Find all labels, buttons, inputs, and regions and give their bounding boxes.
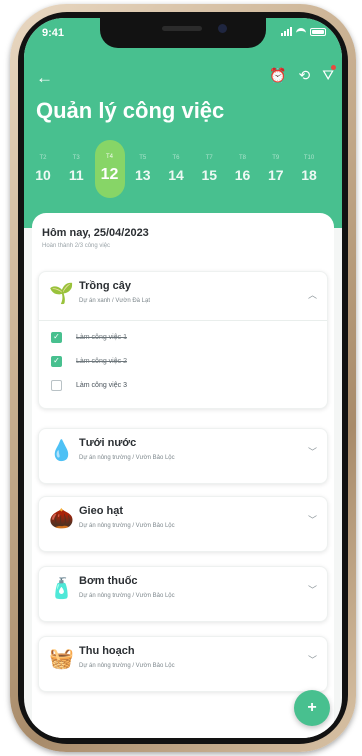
today-subtitle: Hoàn thành 2/3 công việc: [42, 243, 111, 249]
status-icons: [281, 27, 326, 36]
app-screen: 9:41 ← ⏰ ⟲ ⛛ Quản lý công việc T2 10 T3 11 T…: [24, 18, 342, 738]
task-item[interactable]: Làm công việc 3: [51, 378, 127, 392]
date-item[interactable]: T3 11: [61, 140, 91, 198]
page-title: Quản lý công việc: [36, 98, 225, 123]
battery-icon: [310, 27, 326, 36]
project-card[interactable]: 🧴 Bơm thuốc Dự án nông trường / Vườn Bảo L…: [38, 566, 328, 622]
back-button[interactable]: ←: [36, 69, 53, 86]
project-card-header[interactable]: 🧺 Thu hoạch Dự án nông trường / Vườn Bảo L…: [39, 637, 327, 685]
checkbox-checked[interactable]: ✓: [51, 355, 62, 367]
project-card[interactable]: 🌱 Trồng cây Dự án xanh / Vườn Đà Lạt ︿ ✓ Làm …: [38, 271, 328, 409]
project-title: Bơm thuốc: [79, 575, 138, 587]
notification-dot: [331, 65, 336, 70]
date-item[interactable]: T9 17: [261, 140, 291, 198]
project-subtitle: Dự án nông trường / Vườn Bảo Lộc: [79, 523, 175, 529]
project-subtitle: Dự án nông trường / Vườn Bảo Lộc: [79, 663, 175, 669]
date-number: 13: [134, 167, 151, 183]
phone-frame: 9:41 ← ⏰ ⟲ ⛛ Quản lý công việc T2 10 T3 11 T…: [10, 4, 356, 752]
wifi-icon: [296, 27, 306, 36]
date-number: 14: [168, 167, 184, 183]
date-item[interactable]: T8 16: [228, 140, 258, 198]
project-card[interactable]: 🧺 Thu hoạch Dự án nông trường / Vườn Bảo L…: [38, 636, 328, 692]
project-title: Tưới nước: [79, 437, 137, 449]
status-time: 9:41: [42, 27, 65, 39]
project-subtitle: Dự án nông trường / Vườn Bảo Lộc: [79, 593, 175, 599]
seed-icon: 🌰: [49, 508, 74, 530]
date-item[interactable]: T10 18: [294, 140, 324, 198]
checkbox-checked[interactable]: ✓: [51, 331, 62, 343]
phone-notch: [100, 18, 266, 48]
header-actions: ⏰ ⟲ ⛛: [269, 65, 336, 84]
chevron-down-icon[interactable]: ﹀: [308, 513, 317, 526]
project-card[interactable]: 🌰 Gieo hạt Dự án nông trường / Vườn Bảo Lộ…: [38, 496, 328, 552]
alarm-clock-icon[interactable]: ⏰: [269, 66, 286, 84]
arrow-left-icon: ←: [36, 68, 53, 87]
water-drop-icon: 💧: [49, 440, 74, 462]
card-divider: [39, 320, 327, 321]
date-weekday: T8: [238, 155, 246, 161]
camera: [218, 24, 227, 33]
date-item[interactable]: T2 10: [28, 140, 58, 198]
date-weekday: T7: [205, 155, 213, 161]
signal-icon: [281, 27, 292, 36]
project-subtitle: Dự án nông trường / Vườn Bảo Lộc: [79, 455, 175, 461]
date-number: 12: [100, 166, 119, 183]
today-label: Hôm nay, 25/04/2023: [42, 227, 149, 239]
project-subtitle: Dự án xanh / Vườn Đà Lạt: [79, 298, 151, 304]
add-icon: +: [307, 699, 317, 716]
project-card-header[interactable]: 🌱 Trồng cây Dự án xanh / Vườn Đà Lạt ︿: [39, 272, 327, 320]
chevron-up-icon[interactable]: ︿: [308, 288, 317, 301]
chevron-down-icon[interactable]: ﹀: [308, 445, 317, 458]
task-label: Làm công việc 1: [76, 333, 127, 341]
date-weekday: T6: [172, 155, 180, 161]
project-card-header[interactable]: 🌰 Gieo hạt Dự án nông trường / Vườn Bảo Lộ…: [39, 497, 327, 545]
date-number: 16: [234, 167, 251, 183]
app-header: 9:41 ← ⏰ ⟲ ⛛ Quản lý công việc T2 10 T3 11 T…: [24, 18, 342, 228]
date-number: 17: [267, 167, 284, 183]
date-weekday: T2: [39, 155, 47, 161]
chevron-down-icon[interactable]: ﹀: [308, 583, 317, 596]
project-card-header[interactable]: 💧 Tưới nước Dự án nông trường / Vườn Bảo L…: [39, 429, 327, 477]
harvest-basket-icon: 🧺: [49, 648, 74, 670]
spray-bottle-icon: 🧴: [49, 578, 74, 600]
sprout-icon: 🌱: [49, 283, 74, 305]
filter-icon[interactable]: ⛛: [322, 65, 336, 84]
date-number: 11: [68, 167, 84, 183]
date-number: 18: [301, 167, 317, 183]
date-number: 15: [201, 167, 218, 183]
task-label: Làm công việc 2: [76, 357, 127, 365]
date-item[interactable]: T5 13: [128, 140, 158, 198]
project-title: Gieo hạt: [79, 505, 124, 517]
date-item[interactable]: T6 14: [161, 140, 191, 198]
checkbox[interactable]: [51, 379, 62, 391]
date-weekday: T3: [72, 155, 80, 161]
project-title: Thu hoạch: [79, 645, 135, 657]
chevron-down-icon[interactable]: ﹀: [308, 653, 317, 666]
speaker: [162, 26, 202, 31]
date-weekday: T5: [139, 155, 147, 161]
date-weekday: T4: [105, 154, 113, 160]
task-item[interactable]: ✓ Làm công việc 2: [51, 354, 127, 368]
project-title: Trồng cây: [79, 280, 131, 292]
history-icon[interactable]: ⟲: [299, 66, 311, 84]
date-selected[interactable]: T4 12: [94, 140, 125, 198]
add-task-button[interactable]: +: [294, 690, 330, 726]
date-item[interactable]: T7 15: [194, 140, 224, 198]
project-card-header[interactable]: 🧴 Bơm thuốc Dự án nông trường / Vườn Bảo L…: [39, 567, 327, 615]
date-weekday: T9: [272, 155, 280, 161]
project-card[interactable]: 💧 Tưới nước Dự án nông trường / Vườn Bảo L…: [38, 428, 328, 484]
date-strip: T2 10 T3 11 T4 12 T5 13 T6 14 T7 15 T8 16 T9 17 T10 18: [28, 140, 324, 198]
task-label: Làm công việc 3: [76, 381, 127, 389]
task-panel: Hôm nay, 25/04/2023 Hoàn thành 2/3 công …: [32, 213, 334, 738]
date-number: 10: [35, 167, 51, 183]
task-item[interactable]: ✓ Làm công việc 1: [51, 330, 127, 344]
date-weekday: T10: [303, 155, 315, 161]
